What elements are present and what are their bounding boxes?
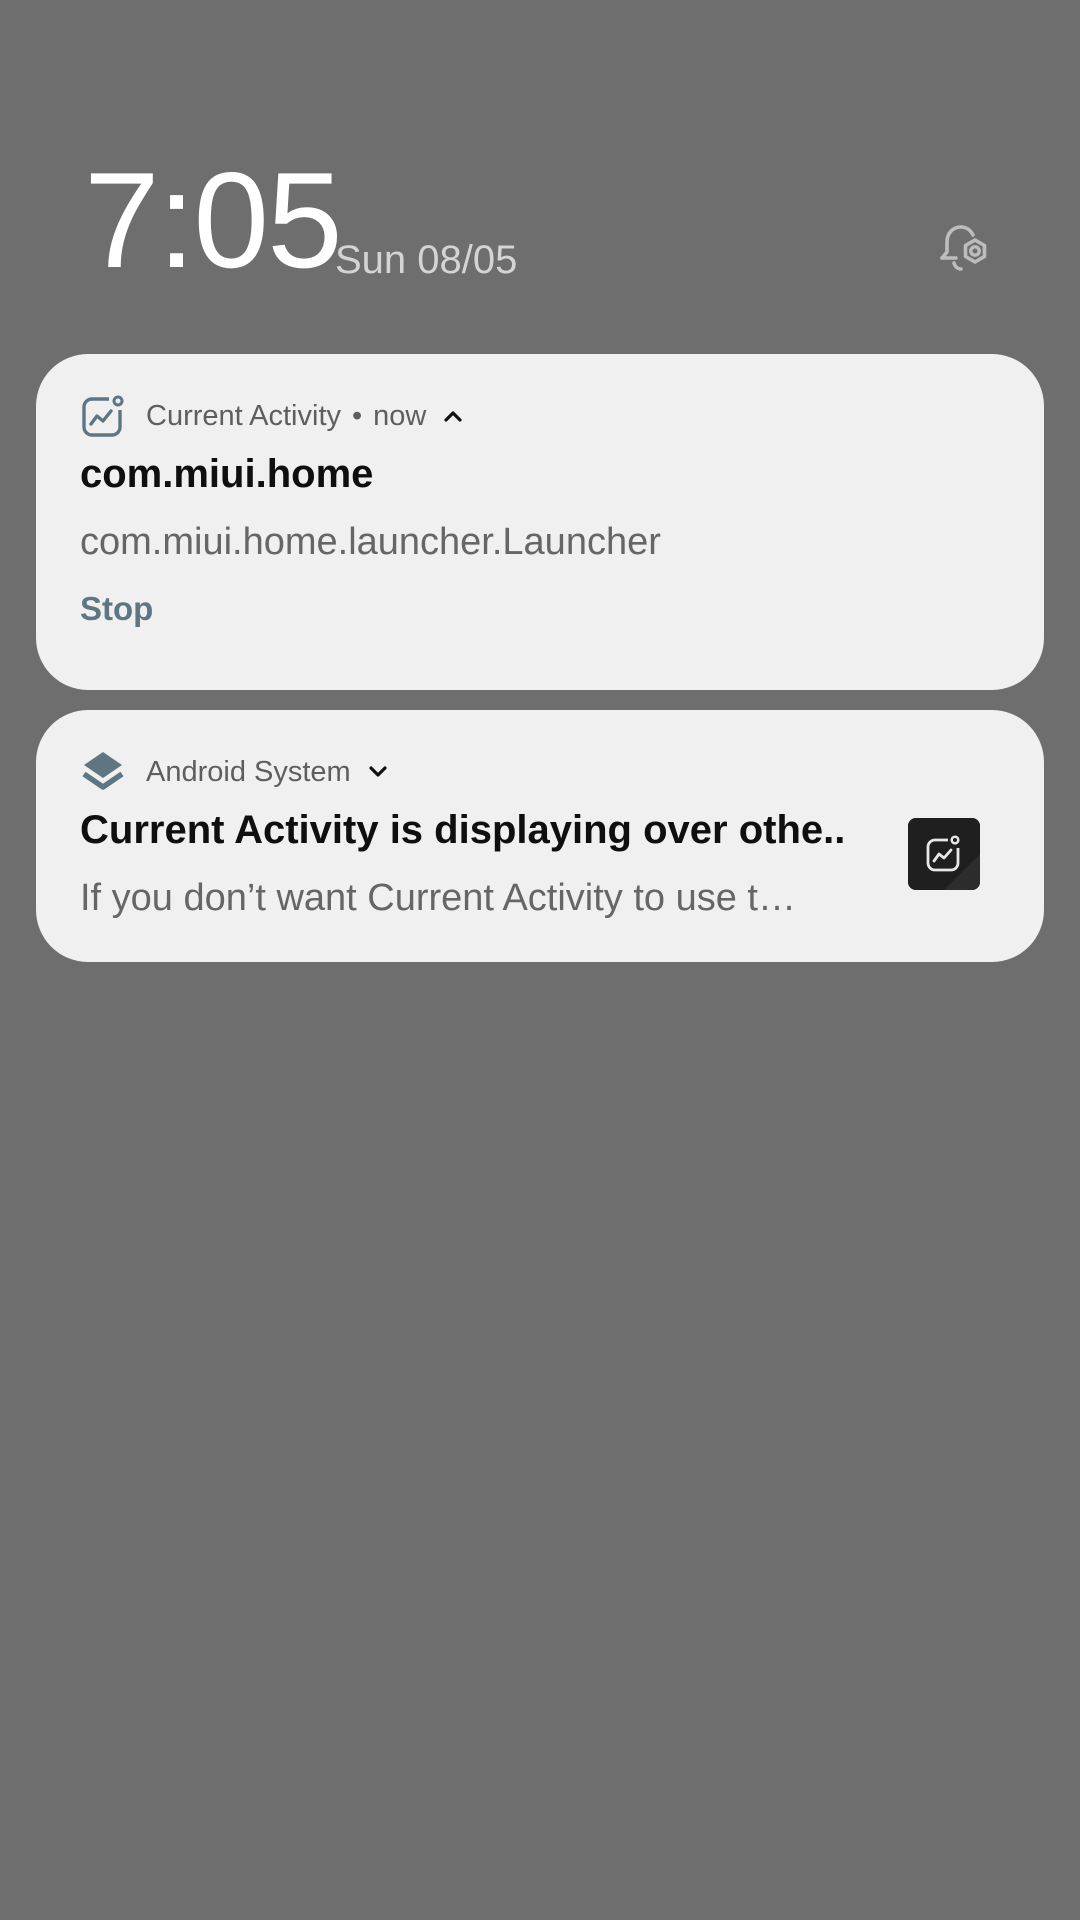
clock-date: Sun 08/05 (335, 238, 518, 282)
notification-title: Current Activity is displaying over othe… (80, 808, 846, 852)
stop-button[interactable]: Stop (80, 582, 153, 636)
chevron-up-icon[interactable] (440, 403, 466, 429)
app-name: Current Activity (146, 399, 341, 432)
notification-settings-icon[interactable] (932, 218, 996, 282)
clock-time: 7:05 (84, 144, 343, 296)
notification-time: now (373, 399, 427, 432)
current-activity-thumbnail-icon (908, 818, 980, 890)
notification-card-android-system[interactable]: Android System Current Activity is displ… (36, 710, 1044, 962)
chevron-down-icon[interactable] (365, 759, 391, 785)
lockscreen-header: 7:05 Sun 08/05 (0, 0, 1080, 330)
current-activity-chart-icon (82, 393, 126, 437)
notification-text: If you don’t want Current Activity to us… (80, 877, 796, 919)
notification-header: Android System (80, 744, 391, 800)
notification-card-current-activity[interactable]: Current Activity • now com.miui.home com… (36, 354, 1044, 690)
notification-text: com.miui.home.launcher.Launcher (80, 521, 661, 563)
separator-dot: • (352, 399, 363, 432)
app-name: Android System (146, 755, 351, 788)
notification-header: Current Activity • now (80, 388, 466, 444)
notification-title: com.miui.home (80, 452, 374, 496)
android-system-layers-icon (82, 752, 124, 790)
